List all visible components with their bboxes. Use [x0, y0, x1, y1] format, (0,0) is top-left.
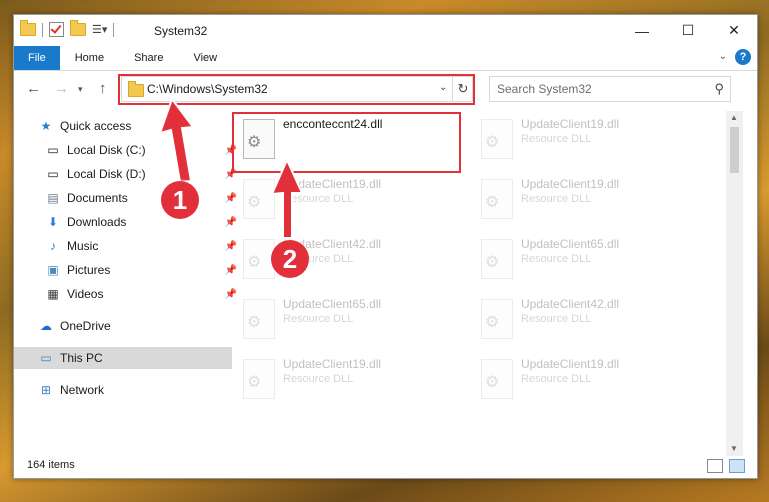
arrow-2 — [270, 157, 304, 239]
step-1-badge: 1 — [161, 181, 199, 219]
annotation-arrows — [158, 96, 304, 239]
step-2-badge: 2 — [271, 240, 309, 278]
arrow-1 — [158, 96, 195, 184]
